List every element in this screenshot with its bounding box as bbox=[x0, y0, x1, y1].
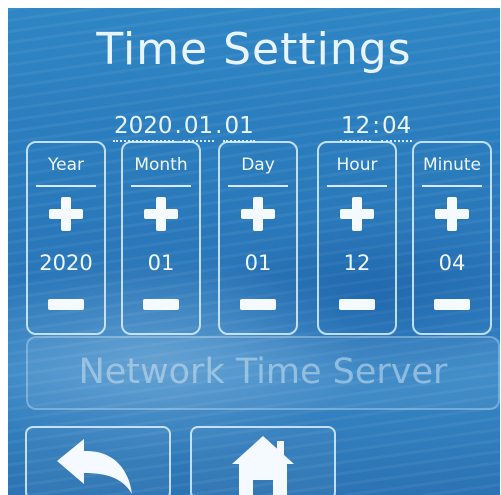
hour-decrement-button[interactable] bbox=[339, 299, 375, 311]
year-decrement-button[interactable] bbox=[48, 299, 84, 311]
home-icon bbox=[232, 436, 294, 495]
time-separator: : bbox=[372, 113, 381, 139]
back-button[interactable] bbox=[25, 426, 171, 495]
minute-label: Minute bbox=[422, 155, 482, 175]
time-settings-screen: Time Settings 2020. 01. 01 12:04 Year 2020… bbox=[8, 8, 500, 495]
minute-increment-button[interactable] bbox=[435, 197, 469, 231]
day-label: Day bbox=[241, 155, 275, 175]
minus-icon bbox=[48, 299, 84, 310]
hour-label: Hour bbox=[336, 155, 378, 175]
minus-icon bbox=[339, 299, 375, 310]
minus-icon bbox=[434, 299, 470, 310]
page-title: Time Settings bbox=[96, 24, 412, 75]
day-column: Day 01 bbox=[218, 141, 298, 335]
plus-icon bbox=[156, 197, 166, 231]
year-increment-button[interactable] bbox=[49, 197, 83, 231]
day-decrement-button[interactable] bbox=[240, 299, 276, 311]
plus-icon bbox=[447, 197, 457, 231]
month-label: Month bbox=[134, 155, 188, 175]
current-month: 01 bbox=[182, 113, 215, 142]
divider bbox=[422, 185, 482, 187]
home-button[interactable] bbox=[190, 426, 336, 495]
minute-decrement-button[interactable] bbox=[434, 299, 470, 311]
day-increment-button[interactable] bbox=[241, 197, 275, 231]
divider bbox=[131, 185, 191, 187]
year-column: Year 2020 bbox=[26, 141, 106, 335]
minus-icon bbox=[143, 299, 179, 310]
divider bbox=[36, 185, 96, 187]
month-decrement-button[interactable] bbox=[143, 299, 179, 311]
back-arrow-icon bbox=[57, 439, 132, 494]
day-value: 01 bbox=[244, 251, 272, 275]
current-time-display: 12:04 bbox=[340, 106, 413, 142]
current-minute: 04 bbox=[381, 113, 413, 142]
current-hour: 12 bbox=[340, 113, 372, 142]
month-increment-button[interactable] bbox=[144, 197, 178, 231]
year-label: Year bbox=[48, 155, 84, 175]
network-time-server-button[interactable]: Network Time Server bbox=[26, 336, 500, 410]
divider bbox=[228, 185, 288, 187]
plus-icon bbox=[352, 197, 362, 231]
current-day: 01 bbox=[223, 113, 255, 142]
month-column: Month 01 bbox=[121, 141, 201, 335]
minus-icon bbox=[240, 299, 276, 310]
plus-icon bbox=[253, 197, 263, 231]
minute-value: 04 bbox=[438, 251, 466, 275]
date-separator: . bbox=[174, 113, 182, 139]
divider bbox=[327, 185, 387, 187]
month-value: 01 bbox=[147, 251, 175, 275]
hour-value: 12 bbox=[343, 251, 371, 275]
hour-increment-button[interactable] bbox=[340, 197, 374, 231]
plus-icon bbox=[61, 197, 71, 231]
minute-column: Minute 04 bbox=[412, 141, 492, 335]
current-date-display: 2020. 01. 01 bbox=[113, 106, 255, 142]
current-year: 2020 bbox=[113, 113, 174, 142]
network-time-server-label: Network Time Server bbox=[78, 352, 448, 392]
hour-column: Hour 12 bbox=[317, 141, 397, 335]
date-separator: . bbox=[215, 113, 223, 139]
year-value: 2020 bbox=[39, 251, 93, 275]
